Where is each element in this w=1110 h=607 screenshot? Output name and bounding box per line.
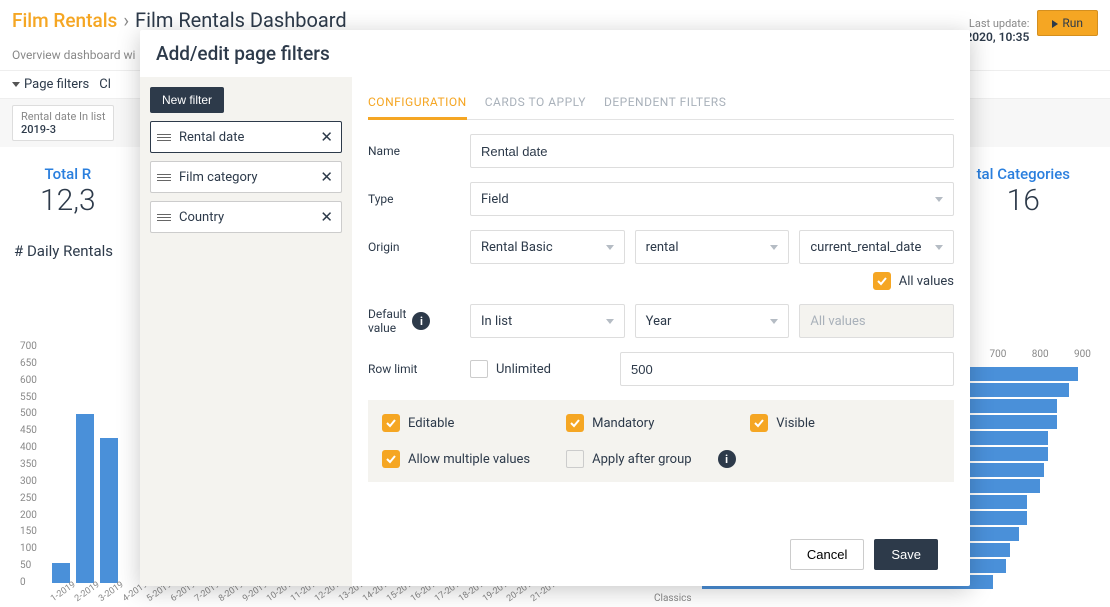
default-value-placeholder: All values (810, 314, 865, 329)
tab-dependent-filters[interactable]: DEPENDENT FILTERS (604, 87, 726, 119)
type-select[interactable]: Field (470, 182, 954, 216)
type-label: Type (368, 192, 460, 206)
chevron-down-icon (935, 197, 943, 202)
apply-after-group-label: Apply after group (592, 452, 691, 467)
remove-filter-icon[interactable]: ✕ (318, 128, 335, 146)
chevron-down-icon (770, 245, 778, 250)
allow-multiple-label: Allow multiple values (408, 452, 530, 467)
filter-item-label: Film category (179, 170, 310, 185)
filters-sidebar: New filter Rental date ✕ Film category ✕… (140, 77, 352, 586)
origin-field-value: current_rental_date (810, 240, 921, 255)
default-granularity-select[interactable]: Year (635, 304, 790, 338)
editable-checkbox[interactable] (382, 414, 400, 432)
default-operator-value: In list (481, 314, 512, 329)
unlimited-checkbox[interactable] (470, 360, 488, 378)
new-filter-button[interactable]: New filter (150, 87, 224, 113)
tab-cards-to-apply[interactable]: CARDS TO APPLY (485, 87, 586, 119)
name-label: Name (368, 144, 460, 158)
filter-item-label: Country (179, 210, 310, 225)
info-icon[interactable]: i (718, 450, 736, 468)
info-icon[interactable]: i (412, 312, 430, 330)
row-limit-input[interactable] (620, 352, 954, 386)
save-button[interactable]: Save (874, 539, 938, 570)
type-value: Field (481, 192, 509, 207)
tab-configuration[interactable]: CONFIGURATION (368, 87, 467, 119)
filters-modal: Add/edit page filters New filter Rental … (140, 30, 970, 586)
mandatory-label: Mandatory (592, 416, 654, 431)
default-granularity-value: Year (646, 314, 672, 329)
origin-datasource-select[interactable]: Rental Basic (470, 230, 625, 264)
row-limit-label: Row limit (368, 362, 460, 376)
origin-field-select[interactable]: current_rental_date (799, 230, 954, 264)
default-value-input: All values (799, 304, 954, 338)
default-value-label: Defaultvalue i (368, 307, 460, 335)
filter-item-country[interactable]: Country ✕ (150, 201, 342, 233)
origin-entity-value: rental (646, 240, 679, 255)
chevron-down-icon (935, 245, 943, 250)
drag-handle-icon[interactable] (157, 214, 171, 221)
chevron-down-icon (606, 245, 614, 250)
filter-item-rental-date[interactable]: Rental date ✕ (150, 121, 342, 153)
visible-checkbox[interactable] (750, 414, 768, 432)
origin-entity-select[interactable]: rental (635, 230, 790, 264)
filter-item-label: Rental date (179, 130, 310, 145)
modal-title: Add/edit page filters (140, 30, 970, 77)
drag-handle-icon[interactable] (157, 134, 171, 141)
chevron-down-icon (770, 319, 778, 324)
visible-label: Visible (776, 416, 815, 431)
drag-handle-icon[interactable] (157, 174, 171, 181)
all-values-label: All values (899, 274, 954, 289)
remove-filter-icon[interactable]: ✕ (318, 168, 335, 186)
allow-multiple-checkbox[interactable] (382, 450, 400, 468)
origin-label: Origin (368, 240, 460, 254)
cancel-button[interactable]: Cancel (790, 539, 864, 570)
editable-label: Editable (408, 416, 454, 431)
apply-after-group-checkbox[interactable] (566, 450, 584, 468)
all-values-checkbox[interactable] (873, 272, 891, 290)
filter-item-film-category[interactable]: Film category ✕ (150, 161, 342, 193)
unlimited-label: Unlimited (496, 362, 551, 377)
chevron-down-icon (606, 319, 614, 324)
default-operator-select[interactable]: In list (470, 304, 625, 338)
mandatory-checkbox[interactable] (566, 414, 584, 432)
remove-filter-icon[interactable]: ✕ (318, 208, 335, 226)
origin-datasource-value: Rental Basic (481, 240, 553, 255)
name-input[interactable] (470, 134, 954, 168)
